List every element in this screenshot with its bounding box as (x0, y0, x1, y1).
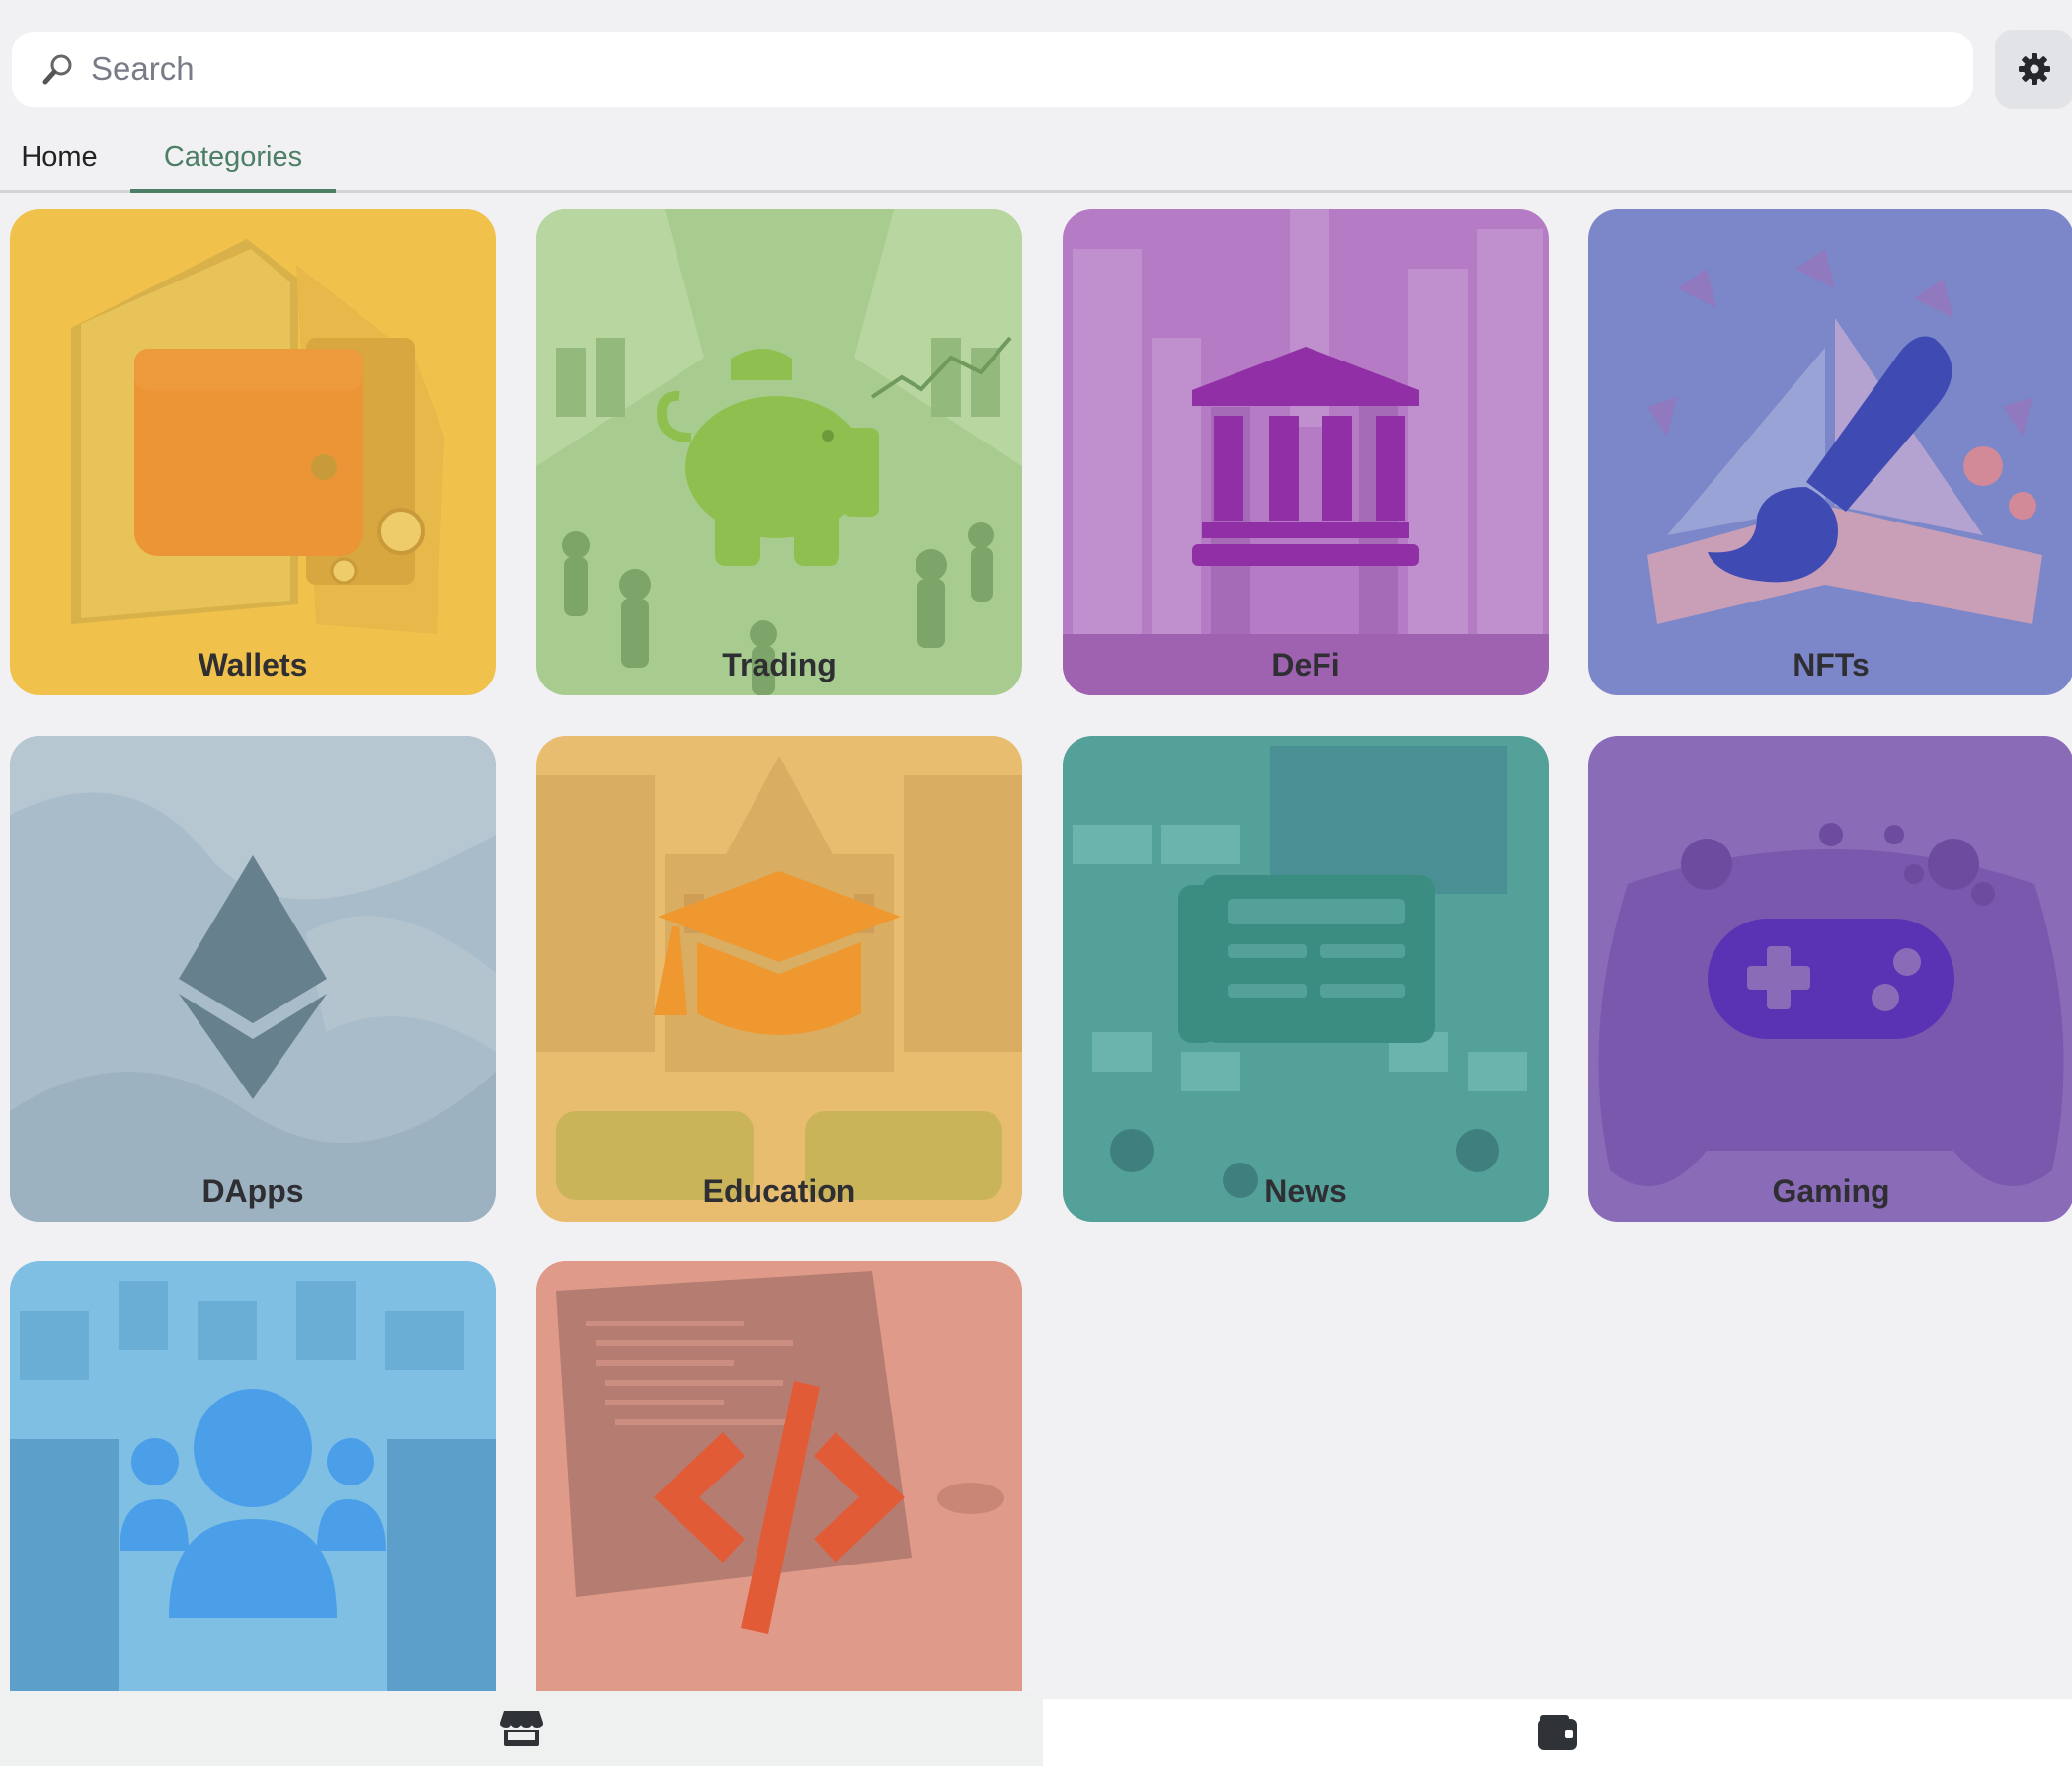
store-icon (500, 1711, 543, 1746)
category-label: Trading (722, 647, 837, 682)
gear-icon (2019, 53, 2050, 85)
gamepad-icon (1708, 919, 1954, 1039)
category-tile-education[interactable]: Education (536, 736, 1022, 1222)
category-tile-trading[interactable]: Trading (536, 209, 1022, 695)
nav-wallet-button[interactable] (1043, 1699, 2072, 1766)
code-icon (654, 1381, 905, 1634)
search-bar[interactable] (12, 32, 1973, 107)
category-tile-news[interactable]: News (1063, 736, 1549, 1222)
category-label: Wallets (198, 647, 308, 682)
graduation-cap-icon (654, 871, 901, 1035)
tab-categories[interactable]: Categories (130, 124, 336, 193)
category-label: NFTs (1793, 647, 1870, 682)
category-tile-defi[interactable]: DeFi (1063, 209, 1549, 695)
category-label: DApps (201, 1173, 304, 1209)
ethereum-icon (179, 855, 327, 1099)
category-tile-nfts[interactable]: NFTs (1588, 209, 2072, 695)
category-label: Gaming (1772, 1173, 1890, 1209)
bottom-nav (0, 1691, 2072, 1766)
tab-bar: Home Categories (0, 124, 2072, 193)
search-input[interactable] (89, 49, 1973, 89)
search-icon (42, 54, 72, 85)
piggy-bank-icon (656, 349, 879, 566)
tab-home[interactable]: Home (0, 124, 119, 190)
wallet-icon (1538, 1715, 1577, 1750)
category-label: DeFi (1271, 647, 1340, 682)
category-tile-gaming[interactable]: Gaming (1588, 736, 2072, 1222)
nav-store-button[interactable] (0, 1691, 1043, 1766)
category-label: Education (702, 1173, 856, 1209)
paintbrush-icon (1708, 336, 1952, 583)
users-icon (120, 1389, 386, 1618)
category-tile-community[interactable] (10, 1261, 496, 1747)
bank-icon (1192, 347, 1419, 566)
category-tile-wallets[interactable]: Wallets (10, 209, 496, 695)
wallet-icon (134, 349, 363, 556)
newspaper-icon (1178, 875, 1435, 1043)
category-tile-development[interactable] (536, 1261, 1022, 1747)
category-label: News (1264, 1173, 1347, 1209)
category-tile-dapps[interactable]: DApps (10, 736, 496, 1222)
settings-button[interactable] (1995, 30, 2072, 109)
